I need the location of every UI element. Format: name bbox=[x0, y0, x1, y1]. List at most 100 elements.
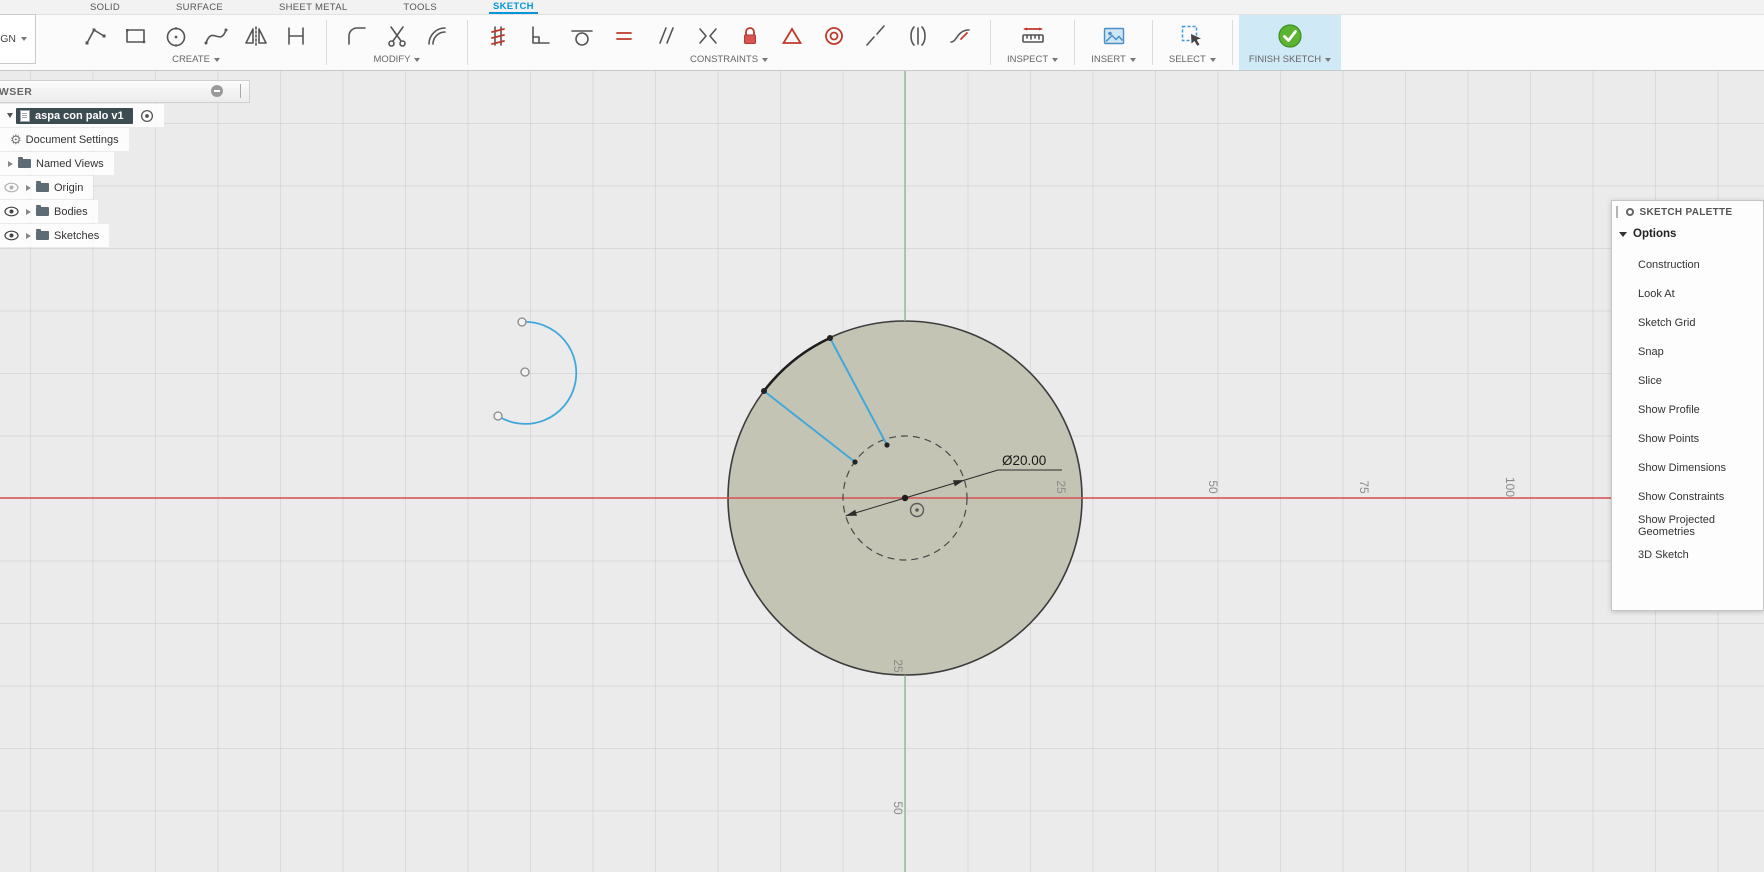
chevron-down-icon bbox=[762, 57, 769, 62]
browser-item-bodies[interactable]: Bodies bbox=[0, 200, 98, 223]
slot-icon[interactable] bbox=[282, 21, 310, 51]
spline-icon[interactable] bbox=[202, 21, 230, 51]
fix-constraint-icon[interactable] bbox=[736, 21, 764, 51]
options-section-label: Options bbox=[1633, 228, 1677, 240]
inspect-dropdown[interactable]: INSPECT bbox=[1007, 54, 1059, 65]
create-dropdown[interactable]: CREATE bbox=[172, 54, 220, 65]
browser-item-root[interactable]: aspa con palo v1 bbox=[0, 104, 164, 127]
folder-icon bbox=[36, 181, 49, 192]
palette-grip-icon[interactable] bbox=[1616, 206, 1618, 218]
symmetry-constraint-icon[interactable] bbox=[694, 21, 722, 51]
browser-item-document-settings[interactable]: ⚙ Document Settings bbox=[0, 128, 129, 151]
circle-icon[interactable] bbox=[162, 21, 190, 51]
browser-grip-icon[interactable] bbox=[239, 84, 241, 98]
midpoint-constraint-icon[interactable] bbox=[778, 21, 806, 51]
ribbon-tabs: SOLID SURFACE SHEET METAL TOOLS SKETCH bbox=[0, 0, 1764, 15]
tab-sketch[interactable]: SKETCH bbox=[488, 0, 538, 14]
image-icon[interactable] bbox=[1100, 21, 1128, 51]
line-icon[interactable] bbox=[82, 21, 110, 51]
visibility-eye-icon[interactable] bbox=[4, 230, 19, 241]
sketch-canvas[interactable] bbox=[0, 0, 1764, 872]
palette-option-sketch-grid[interactable]: Sketch Grid bbox=[1612, 308, 1763, 337]
palette-option-show-points[interactable]: Show Points bbox=[1612, 424, 1763, 453]
rectangle-icon[interactable] bbox=[122, 21, 150, 51]
options-section-toggle[interactable]: Options bbox=[1612, 223, 1763, 244]
palette-option-show-constraints[interactable]: Show Constraints bbox=[1612, 482, 1763, 511]
tab-sheet-metal[interactable]: SHEET METAL bbox=[275, 1, 351, 14]
tab-surface[interactable]: SURFACE bbox=[172, 1, 227, 14]
browser-item-label: Bodies bbox=[54, 205, 88, 218]
browser-item-label: Origin bbox=[54, 181, 84, 194]
tangent-constraint-icon[interactable] bbox=[568, 21, 596, 51]
triangle-down-icon bbox=[1619, 231, 1627, 237]
tab-tools[interactable]: TOOLS bbox=[399, 1, 441, 14]
chevron-down-icon bbox=[213, 57, 220, 62]
toolbar-divider bbox=[326, 20, 327, 65]
browser-item-named-views[interactable]: Named Views bbox=[0, 152, 114, 175]
collinear-constraint-icon[interactable] bbox=[862, 21, 890, 51]
toolbar-area: SOLID SURFACE SHEET METAL TOOLS SKETCH C… bbox=[0, 0, 1764, 71]
chevron-right-icon[interactable] bbox=[26, 232, 31, 239]
palette-option-3d-sketch[interactable]: 3D Sketch bbox=[1612, 540, 1763, 569]
chevron-right-icon[interactable] bbox=[26, 208, 31, 215]
browser-item-sketches[interactable]: Sketches bbox=[0, 224, 110, 247]
offset-icon[interactable] bbox=[423, 21, 451, 51]
folder-icon bbox=[18, 157, 31, 168]
perpendicular-constraint-icon[interactable] bbox=[526, 21, 554, 51]
horizontal-vertical-constraint-icon[interactable] bbox=[484, 21, 512, 51]
collapse-browser-icon[interactable] bbox=[211, 85, 223, 97]
palette-options-list: Construction Look At Sketch Grid Snap Sl… bbox=[1612, 250, 1763, 569]
measure-icon[interactable] bbox=[1019, 21, 1047, 51]
modify-dropdown[interactable]: MODIFY bbox=[374, 54, 421, 65]
concentric-constraint-icon[interactable] bbox=[820, 21, 848, 51]
smooth-constraint-icon[interactable] bbox=[946, 21, 974, 51]
document-name: aspa con palo v1 bbox=[35, 109, 124, 122]
chevron-right-icon[interactable] bbox=[26, 184, 31, 191]
group-modify: MODIFY bbox=[333, 15, 461, 70]
chevron-right-icon[interactable] bbox=[8, 160, 13, 167]
chevron-down-icon bbox=[1129, 57, 1136, 62]
chevron-down-icon bbox=[1209, 57, 1216, 62]
visibility-eye-icon[interactable] bbox=[4, 206, 19, 217]
palette-option-show-profile[interactable]: Show Profile bbox=[1612, 395, 1763, 424]
browser-item-label: Sketches bbox=[54, 229, 100, 242]
palette-option-show-projected-geometries[interactable]: Show Projected Geometries bbox=[1612, 511, 1763, 540]
palette-option-look-at[interactable]: Look At bbox=[1612, 279, 1763, 308]
chevron-down-icon bbox=[21, 37, 27, 41]
finish-sketch-button[interactable]: FINISH SKETCH bbox=[1238, 15, 1342, 70]
select-dropdown[interactable]: SELECT bbox=[1169, 54, 1216, 65]
workspace-selector[interactable]: DESIGN bbox=[0, 14, 36, 64]
sketch-palette-header[interactable]: SKETCH PALETTE bbox=[1612, 201, 1763, 223]
ribbon-toolbar: CREATE MODIFY CONSTRAINTS INSPECT INSERT… bbox=[0, 15, 1764, 70]
finish-check-icon bbox=[1276, 21, 1304, 51]
parallel-constraint-icon[interactable] bbox=[652, 21, 680, 51]
finish-sketch-label: FINISH SKETCH bbox=[1249, 54, 1332, 65]
chevron-down-icon bbox=[414, 57, 421, 62]
palette-option-snap[interactable]: Snap bbox=[1612, 337, 1763, 366]
toolbar-divider bbox=[1074, 20, 1076, 65]
fusion-window: Ø20.00 25 50 75 100 25 50 SOLID SURFACE … bbox=[0, 0, 1764, 872]
active-document-chip[interactable]: aspa con palo v1 bbox=[16, 107, 133, 124]
mirror-icon[interactable] bbox=[242, 21, 270, 51]
chevron-down-icon[interactable] bbox=[7, 113, 13, 118]
curvature-constraint-icon[interactable] bbox=[904, 21, 932, 51]
group-create: CREATE bbox=[72, 15, 320, 70]
fillet-icon[interactable] bbox=[343, 21, 371, 51]
constraints-dropdown[interactable]: CONSTRAINTS bbox=[690, 54, 769, 65]
select-icon[interactable] bbox=[1178, 21, 1206, 51]
palette-title: SKETCH PALETTE bbox=[1639, 206, 1733, 218]
palette-option-show-dimensions[interactable]: Show Dimensions bbox=[1612, 453, 1763, 482]
trim-icon[interactable] bbox=[383, 21, 411, 51]
browser-header: BROWSER bbox=[0, 80, 250, 103]
visibility-eye-icon[interactable] bbox=[4, 182, 19, 193]
insert-dropdown[interactable]: INSERT bbox=[1091, 54, 1136, 65]
tab-solid[interactable]: SOLID bbox=[86, 1, 124, 14]
palette-option-construction[interactable]: Construction bbox=[1612, 250, 1763, 279]
equal-constraint-icon[interactable] bbox=[610, 21, 638, 51]
palette-option-slice[interactable]: Slice bbox=[1612, 366, 1763, 395]
folder-icon bbox=[36, 205, 49, 216]
gear-icon: ⚙ bbox=[10, 132, 22, 147]
sketch-palette-panel: SKETCH PALETTE Options Construction Look… bbox=[1611, 200, 1764, 611]
activate-component-icon[interactable] bbox=[140, 109, 154, 123]
browser-item-origin[interactable]: Origin bbox=[0, 176, 94, 199]
